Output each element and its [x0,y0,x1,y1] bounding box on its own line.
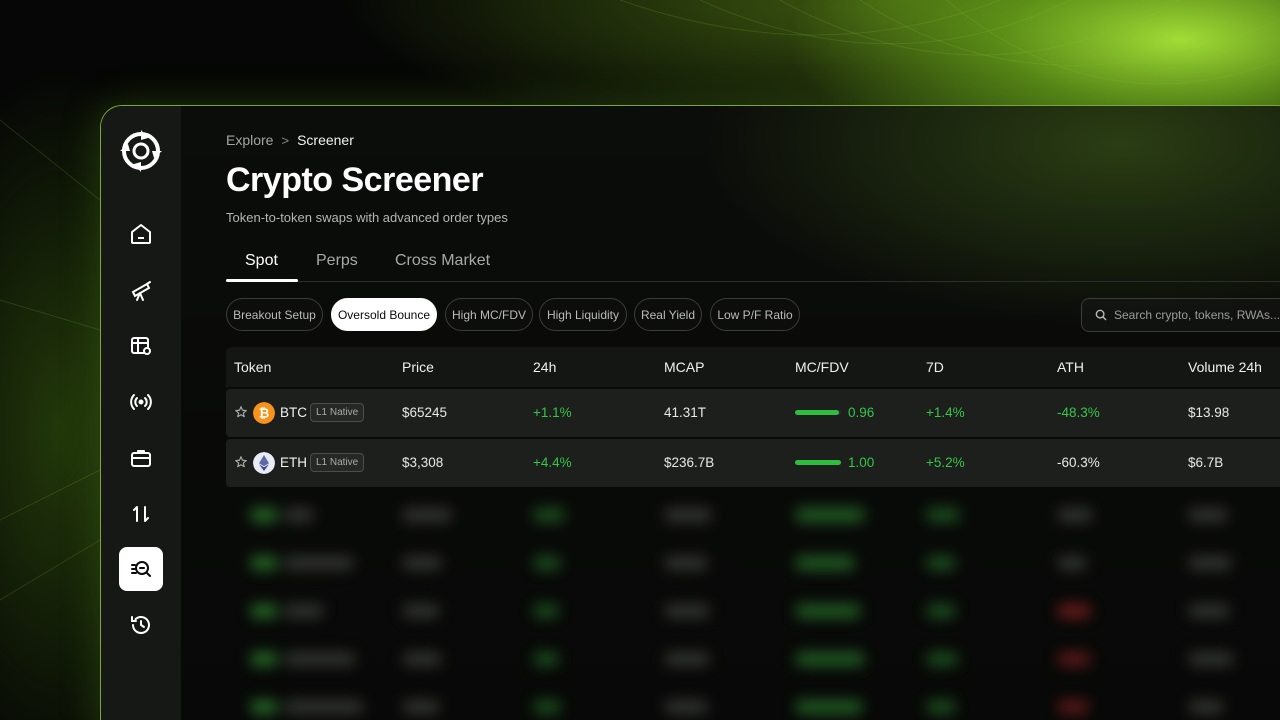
cell-ath: -60.3% [1057,455,1100,470]
search-icon [1095,309,1107,321]
breadcrumb-explore[interactable]: Explore [226,132,273,148]
svg-text:₿: ₿ [259,406,270,421]
ethereum-icon [253,452,275,474]
breadcrumb-current: Screener [297,132,354,148]
search-input[interactable] [1114,308,1280,322]
page-title: Crypto Screener [226,161,484,199]
cell-change-7d: +1.4% [926,405,965,420]
sidebar-item-home[interactable] [119,212,163,256]
filter-breakout-setup[interactable]: Breakout Setup [226,298,323,331]
mc-fdv-bar [795,410,841,415]
column-header-mc-fdv[interactable]: MC/FDV [795,359,849,375]
swap-icon [133,506,149,522]
cell-change-24h: +4.4% [533,455,572,470]
tab-cross-market[interactable]: Cross Market [395,252,490,270]
table-header: Token Price 24h MCAP MC/FDV 7D ATH Volum… [226,347,1280,387]
cell-volume-24h: $13.98 [1188,405,1230,420]
token-tag: L1 Native [310,453,365,472]
chevron-right-icon: > [281,132,290,148]
sidebar-item-portfolio[interactable] [119,436,163,480]
mc-fdv-bar-fill [795,410,840,415]
active-tab-indicator [226,279,298,282]
star-icon[interactable] [234,455,248,469]
history-icon [131,616,150,634]
home-icon [131,224,151,244]
filter-real-yield[interactable]: Real Yield [634,298,702,331]
bitcoin-icon: ₿ [253,402,275,424]
column-header-mcap[interactable]: MCAP [664,359,704,375]
token-symbol: ETH [280,455,307,470]
blurred-row [226,638,1280,686]
app-window: Explore > Screener Crypto Screener Token… [100,105,1280,720]
page-subtitle: Token-to-token swaps with advanced order… [226,210,508,225]
table-settings-icon [131,337,151,355]
blurred-row [226,494,1280,542]
column-header-7d[interactable]: 7D [926,359,944,375]
mc-fdv-bar [795,460,841,465]
filter-low-pf-ratio[interactable]: Low P/F Ratio [710,298,800,331]
screener-icon [131,561,151,577]
sidebar-item-tables[interactable] [119,324,163,368]
filter-high-mc-fdv[interactable]: High MC/FDV [445,298,533,331]
column-header-price[interactable]: Price [402,359,434,375]
broadcast-icon [130,394,152,410]
filter-high-liquidity[interactable]: High Liquidity [539,298,627,331]
cell-change-7d: +5.2% [926,455,965,470]
search-box [1081,298,1280,332]
cell-price: $65245 [402,405,448,420]
cell-ath: -48.3% [1057,405,1100,420]
blurred-row [226,686,1280,720]
blurred-row [226,590,1280,638]
mc-fdv-bar-fill [795,460,841,465]
sidebar-item-screener[interactable] [119,547,163,591]
cell-mcap: 41.31T [664,405,707,420]
cell-change-24h: +1.1% [533,405,572,420]
column-header-ath[interactable]: ATH [1057,359,1084,375]
blurred-rows [226,494,1280,720]
tab-spot[interactable]: Spot [245,252,278,270]
column-header-token[interactable]: Token [234,359,271,375]
cell-mc-fdv: 0.96 [848,405,875,420]
sidebar-item-live[interactable] [119,380,163,424]
sidebar-item-swap[interactable] [119,492,163,536]
sidebar-item-history[interactable] [119,603,163,647]
sidebar-item-explore[interactable] [119,268,163,312]
market-tabs: Spot Perps Cross Market [226,246,1280,282]
table-row[interactable]: ₿ BTC L1 Native $65245 +1.1% 41.31T 0.96… [226,389,1280,437]
table-row[interactable]: ETH L1 Native $3,308 +4.4% $236.7B 1.00 … [226,439,1280,487]
token-tag: L1 Native [310,403,365,422]
column-header-volume-24h[interactable]: Volume 24h [1188,359,1262,375]
telescope-icon [131,281,151,301]
sidebar [101,106,181,720]
main-content: Explore > Screener Crypto Screener Token… [226,106,1280,720]
star-icon[interactable] [234,405,248,419]
column-header-24h[interactable]: 24h [533,359,556,375]
token-symbol: BTC [280,405,307,420]
app-logo-icon[interactable] [118,128,164,174]
briefcase-icon [131,450,151,467]
cell-price: $3,308 [402,455,444,470]
blurred-row [226,542,1280,590]
cell-mc-fdv: 1.00 [848,455,875,470]
screener-table: Token Price 24h MCAP MC/FDV 7D ATH Volum… [226,347,1280,487]
cell-volume-24h: $6.7B [1188,455,1224,470]
tab-perps[interactable]: Perps [316,252,358,270]
breadcrumb: Explore > Screener [226,132,354,148]
cell-mcap: $236.7B [664,455,715,470]
filter-oversold-bounce[interactable]: Oversold Bounce [331,298,437,331]
